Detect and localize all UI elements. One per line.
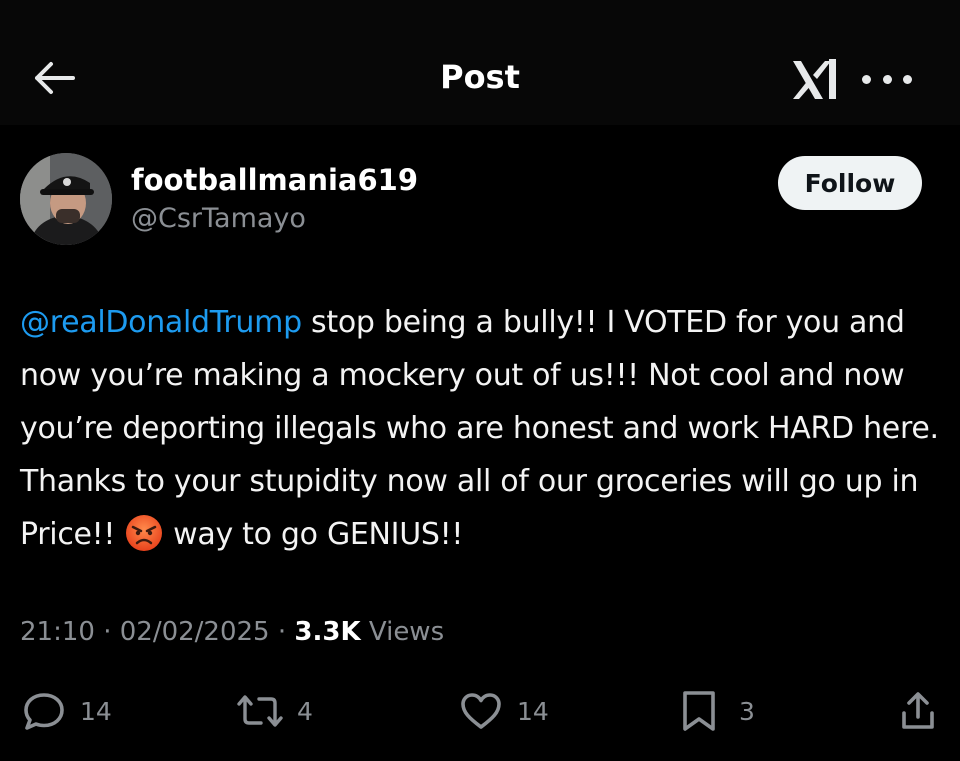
views-count[interactable]: 3.3K <box>294 617 360 647</box>
views-label: Views <box>360 617 445 647</box>
like-button[interactable]: 14 <box>459 689 549 733</box>
reply-count: 14 <box>80 696 112 726</box>
arrow-left-icon <box>35 62 75 94</box>
avatar[interactable] <box>20 153 112 245</box>
heart-icon <box>461 693 501 729</box>
repost-icon <box>237 695 283 727</box>
bookmark-icon <box>683 691 715 731</box>
post-text-part2: way to go GENIUS!! <box>173 517 464 552</box>
more-options-button[interactable] <box>862 64 912 94</box>
post-text: @realDonaldTrump stop being a bully!! I … <box>20 296 945 561</box>
author-handle[interactable]: @CsrTamayo <box>131 203 306 234</box>
repost-button[interactable]: 4 <box>235 689 313 733</box>
avatar-image <box>20 153 112 245</box>
share-button[interactable] <box>898 689 938 733</box>
bookmark-button[interactable]: 3 <box>679 689 755 733</box>
repost-count: 4 <box>297 696 313 726</box>
post-date: 02/02/2025 <box>119 617 270 647</box>
mention-link[interactable]: @realDonaldTrump <box>20 305 302 340</box>
x-logo-icon[interactable] <box>789 55 845 105</box>
back-button[interactable] <box>28 56 80 100</box>
more-horizontal-icon <box>862 74 871 84</box>
post-meta: 21:10 · 02/02/2025 · 3.3K Views <box>20 617 445 647</box>
author-display-name[interactable]: footballmania619 <box>131 163 418 197</box>
share-icon <box>902 692 934 729</box>
angry-face-icon <box>126 515 163 551</box>
top-bar: Post <box>0 0 960 125</box>
follow-button[interactable]: Follow <box>778 156 922 210</box>
like-count: 14 <box>517 696 549 726</box>
reply-icon <box>24 693 64 730</box>
post-time: 21:10 <box>20 617 95 647</box>
bookmark-count: 3 <box>739 696 755 726</box>
reply-button[interactable]: 14 <box>22 689 112 733</box>
